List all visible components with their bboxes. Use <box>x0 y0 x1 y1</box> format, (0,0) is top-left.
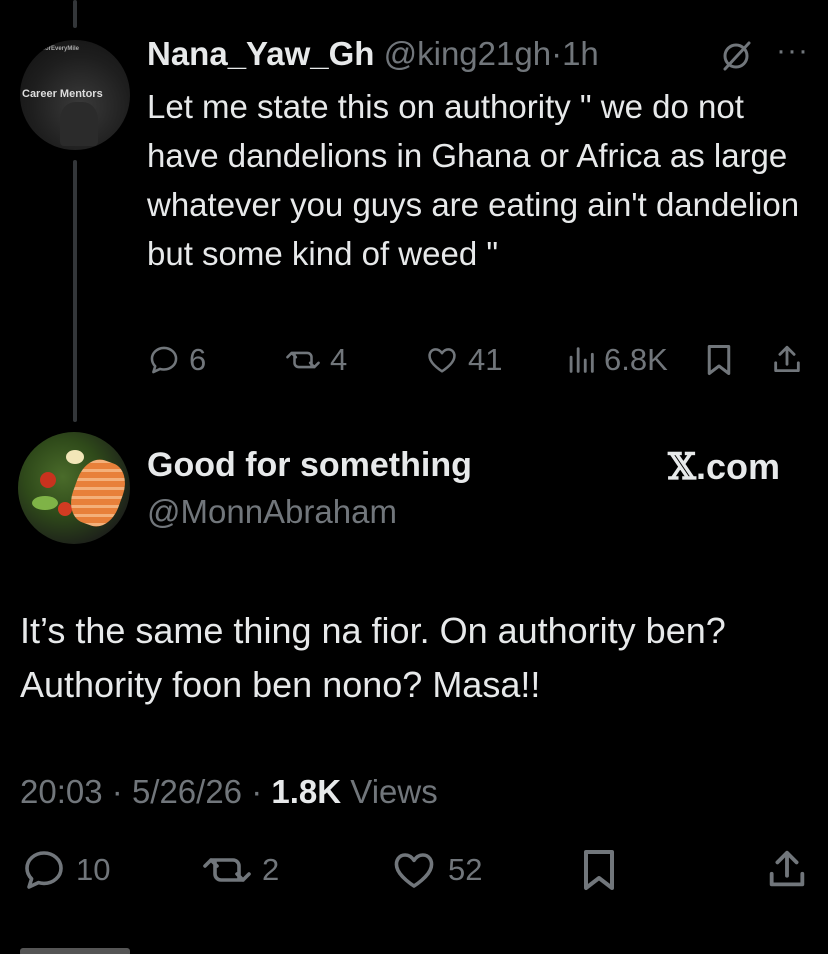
reply-count: 6 <box>189 342 207 377</box>
tweet-actions: 10 2 52 <box>0 846 828 894</box>
grok-icon[interactable] <box>718 38 754 74</box>
thread-connector-top <box>73 0 77 28</box>
tweet-text: It’s the same thing na fior. On authorit… <box>20 610 726 705</box>
tweet-metadata: 20:03 · 5/26/26 · 1.8K Views <box>20 772 438 812</box>
share-button[interactable] <box>770 338 804 382</box>
parent-tweet-header: Nana_Yaw_Gh @king21gh·1h <box>147 34 599 74</box>
avatar-food-leaf <box>32 496 58 510</box>
like-button[interactable]: 41 <box>424 338 502 382</box>
parent-tweet-actions: 6 4 41 6.8K <box>0 338 828 382</box>
avatar-figure <box>60 102 98 146</box>
meta-separator: · <box>111 773 123 810</box>
bookmark-icon <box>584 850 614 890</box>
meta-separator: · <box>551 35 563 72</box>
share-button[interactable] <box>764 848 810 892</box>
reply-count: 10 <box>76 852 111 887</box>
tweet-date[interactable]: 5/26/26 <box>132 773 242 810</box>
watermark-domain: .com <box>695 446 780 487</box>
meta-separator: · <box>251 773 263 810</box>
like-count: 52 <box>448 852 483 887</box>
author-handle[interactable]: @MonnAbraham <box>147 492 397 532</box>
like-button[interactable]: 52 <box>388 848 482 892</box>
parent-tweet-time[interactable]: 1h <box>562 35 599 72</box>
reply-icon <box>25 851 63 889</box>
parent-author-handle[interactable]: @king21gh <box>384 35 551 72</box>
views-count: 6.8K <box>604 342 668 377</box>
repost-count: 2 <box>262 852 280 887</box>
bookmark-button[interactable] <box>704 338 734 382</box>
next-section-peek <box>20 940 140 954</box>
repost-icon <box>203 858 251 882</box>
views-button[interactable]: 6.8K <box>566 338 668 382</box>
tweet-views-count[interactable]: 1.8K <box>271 773 341 810</box>
repost-count: 4 <box>330 342 348 377</box>
share-icon <box>769 850 805 887</box>
avatar-food-egg <box>66 450 84 464</box>
tweet-views-label: Views <box>350 773 438 810</box>
author-avatar[interactable] <box>18 432 130 544</box>
repost-icon <box>286 351 320 369</box>
parent-avatar[interactable]: ...forEveryMile Career Mentors <box>20 40 130 150</box>
analytics-icon <box>569 347 594 373</box>
heart-icon <box>428 348 456 373</box>
parent-tweet-text: Let me state this on authority " we do n… <box>147 88 800 272</box>
x-logo: 𝕏 <box>668 446 696 488</box>
like-count: 41 <box>468 342 503 377</box>
avatar-food-tomato <box>40 472 56 488</box>
reply-icon <box>150 346 178 374</box>
bookmark-icon <box>707 345 731 375</box>
tweet-time[interactable]: 20:03 <box>20 773 103 810</box>
heart-icon <box>394 853 434 888</box>
repost-button[interactable]: 4 <box>284 338 347 382</box>
avatar-brand-tagline: ...forEveryMile <box>38 46 80 52</box>
bookmark-button[interactable] <box>578 848 620 892</box>
reply-button[interactable]: 10 <box>20 848 110 892</box>
thread-connector <box>73 160 77 422</box>
x-com-watermark: 𝕏.com <box>668 446 780 488</box>
avatar-brand-text: Career Mentors <box>22 88 103 100</box>
avatar-food-salmon <box>64 453 130 533</box>
tweet-detail-page: ...forEveryMile Career Mentors Nana_Yaw_… <box>0 0 828 954</box>
share-icon <box>774 345 800 373</box>
more-options-icon[interactable]: ··· <box>776 36 809 66</box>
reply-button[interactable]: 6 <box>147 338 206 382</box>
parent-author-name[interactable]: Nana_Yaw_Gh <box>147 35 374 72</box>
repost-button[interactable]: 2 <box>200 848 279 892</box>
author-name[interactable]: Good for something <box>147 444 472 486</box>
